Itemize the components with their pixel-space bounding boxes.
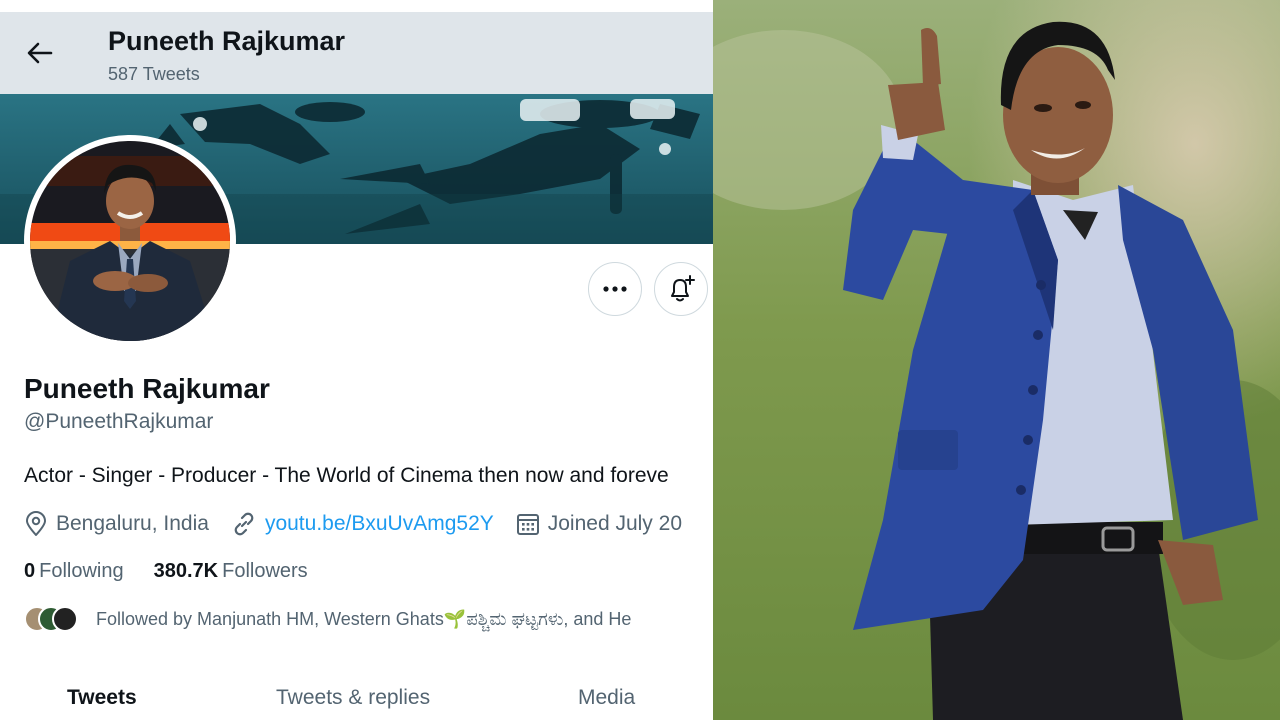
avatar-image [30,141,230,341]
thumbs-up-photo [713,0,1280,720]
header-name: Puneeth Rajkumar [108,26,346,56]
more-options-button[interactable] [588,262,642,316]
followed-by-row[interactable]: Followed by Manjunath HM, Western Ghats🌱… [24,604,631,634]
following-link[interactable]: 0 Following [24,560,124,583]
location-text: Bengaluru, India [56,512,209,535]
profile-display-name: Puneeth Rajkumar [24,373,270,404]
arrow-left-icon [27,42,53,64]
tab-tweets-replies[interactable]: Tweets & replies [276,686,430,710]
header-tweet-count: 587 Tweets [108,64,200,84]
followers-label: Followers [222,560,308,582]
back-button[interactable] [20,38,60,68]
notifications-button[interactable] [654,262,708,316]
profile-meta-row: Bengaluru, India youtu.be/BxuUvAmg52Y Jo… [24,510,704,538]
tab-tweets[interactable]: Tweets [67,686,137,710]
profile-handle: @PuneethRajkumar [24,410,214,433]
link-icon [234,512,254,536]
calendar-icon [516,514,539,535]
profile-avatar[interactable] [24,135,236,347]
profile-header-bar: Puneeth Rajkumar 587 Tweets [0,12,713,94]
profile-tabs: Tweets Tweets & replies Media [0,672,713,720]
link-text[interactable]: youtu.be/BxuUvAmg52Y [265,512,494,536]
followers-link[interactable]: 380.7K Followers [154,560,308,583]
joined-text: Joined July 20 [547,512,683,535]
followed-by-text: Followed by Manjunath HM, Western Ghats🌱… [96,608,632,629]
profile-link[interactable]: youtu.be/BxuUvAmg52Y [231,511,494,537]
followers-count: 380.7K [153,560,219,582]
top-strip [0,0,713,12]
profile-joined: Joined July 20 [516,512,682,536]
more-horizontal-icon [603,286,627,292]
person-photo [713,0,1280,720]
tab-media[interactable]: Media [578,686,635,710]
profile-panel: Puneeth Rajkumar 587 Tweets Puneeth Rajk… [0,0,713,720]
following-label: Following [39,560,124,582]
follower-avatar [52,606,78,632]
location-pin-icon [26,511,46,536]
bell-plus-icon [671,275,695,302]
followed-by-avatars [24,605,80,633]
profile-bio: Actor - Singer - Producer - The World of… [24,464,669,487]
follow-stats: 0 Following 380.7K Followers [24,560,338,583]
profile-location: Bengaluru, India [24,511,209,537]
following-count: 0 [24,560,36,582]
